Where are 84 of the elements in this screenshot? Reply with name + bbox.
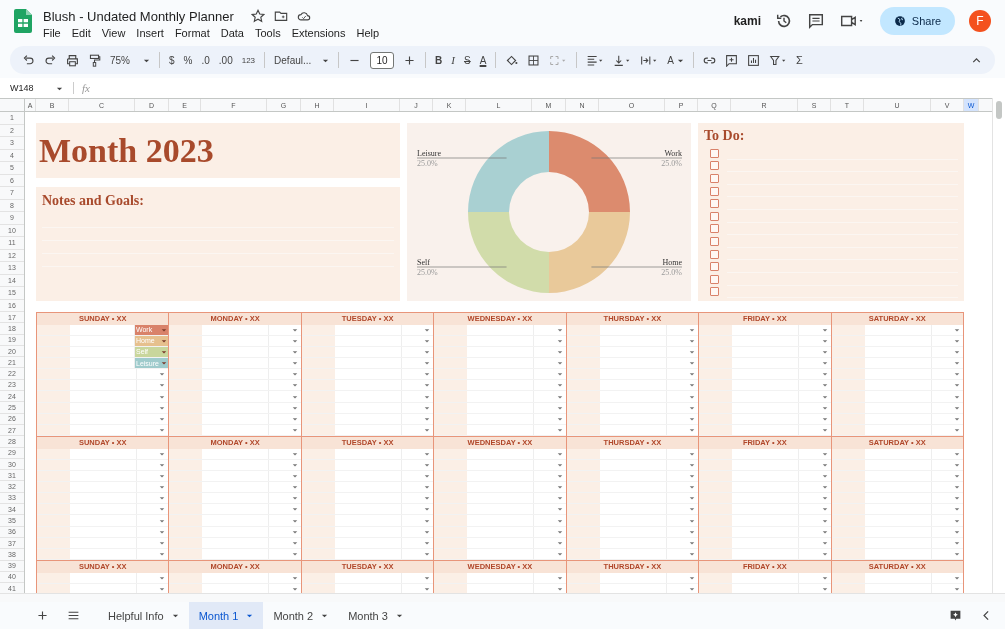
share-button[interactable]: Share (880, 7, 955, 35)
document-title[interactable]: Blush - Undated Monthly Planner (43, 8, 234, 24)
formula-label: fx (82, 82, 90, 94)
checkbox[interactable] (710, 174, 719, 183)
sheets-logo-icon[interactable] (14, 9, 32, 33)
plus-icon[interactable] (403, 53, 417, 67)
paint-format-icon[interactable] (88, 53, 101, 67)
insert-chart-icon[interactable] (747, 53, 760, 67)
sheet-tab[interactable]: Month 1 (188, 602, 264, 629)
chart-label: Self (417, 258, 430, 267)
checkbox[interactable] (710, 211, 719, 221)
increase-decimals-button[interactable]: .00 (218, 54, 233, 66)
text-wrap-icon[interactable] (640, 53, 659, 67)
checkbox[interactable] (710, 236, 719, 246)
checkbox[interactable] (710, 274, 719, 284)
cloud-icon[interactable] (296, 9, 311, 23)
bold-button[interactable]: B (435, 54, 443, 66)
borders-icon[interactable] (527, 53, 541, 67)
menu-item[interactable]: Tools (254, 27, 281, 39)
redo-icon[interactable] (44, 53, 57, 67)
filter-icon[interactable] (769, 53, 787, 67)
zoom-dropdown[interactable]: 75% (110, 54, 150, 66)
menu-item[interactable]: Data (220, 27, 244, 39)
chart-label: Leisure (417, 149, 441, 158)
chart-value: 25.0% (661, 268, 682, 277)
sheet-tab[interactable]: Month 3 (338, 602, 413, 629)
number-format-button[interactable]: 123 (241, 55, 256, 65)
caret-icon (321, 612, 329, 619)
add-sheet-icon[interactable] (36, 609, 49, 622)
currency-button[interactable]: $ (169, 54, 175, 66)
fill-color-icon[interactable] (505, 53, 519, 67)
caret-icon (171, 612, 179, 619)
menu-item[interactable]: Help (356, 27, 380, 39)
caret-icon (246, 612, 254, 619)
text-color-button[interactable]: A (479, 54, 487, 66)
chart-label: Home (662, 258, 682, 267)
chart-value: 25.0% (417, 159, 438, 168)
chart-label: Work (664, 149, 682, 158)
menu-item[interactable]: File (43, 27, 61, 39)
comment-icon[interactable] (807, 12, 825, 30)
vertical-align-icon[interactable] (613, 53, 632, 67)
merge-cells-icon[interactable] (549, 53, 568, 67)
star-icon[interactable] (250, 9, 265, 23)
italic-button[interactable]: I (451, 54, 455, 66)
undo-icon[interactable] (22, 53, 35, 67)
menu-item[interactable]: View (101, 27, 126, 39)
history-icon[interactable] (775, 12, 793, 30)
chart-value: 25.0% (661, 159, 682, 168)
decrease-decimals-button[interactable]: .0 (201, 54, 210, 66)
checkbox[interactable] (710, 287, 719, 297)
insert-comment-icon[interactable] (725, 53, 738, 67)
align-icon[interactable] (586, 53, 605, 67)
menu-item[interactable]: Format (174, 27, 210, 39)
scrollbar[interactable] (992, 98, 1005, 593)
chart-value: 25.0% (417, 268, 438, 277)
todo-heading: To Do: (704, 128, 746, 144)
notes-heading: Notes and Goals: (42, 193, 145, 209)
sheet-tab[interactable]: Month 2 (263, 602, 339, 629)
checkbox[interactable] (710, 161, 719, 171)
folder-icon[interactable] (273, 9, 288, 23)
font-dropdown[interactable]: Defaul... (274, 54, 330, 66)
font-size-field[interactable]: 10 (370, 51, 395, 69)
menu-item[interactable]: Insert (136, 27, 164, 39)
menu-icon[interactable] (67, 609, 80, 622)
functions-button[interactable]: Σ (796, 54, 803, 66)
name-box[interactable]: W148 (10, 83, 56, 93)
explore-icon[interactable] (949, 609, 962, 622)
text-rotation-button[interactable]: A (667, 54, 684, 66)
strikethrough-button[interactable]: S (464, 54, 471, 66)
sheet-tab[interactable]: Helpful Info (98, 602, 189, 629)
checkbox[interactable] (710, 186, 719, 196)
globe-icon (893, 15, 906, 27)
percent-button[interactable]: % (183, 54, 193, 66)
checkbox[interactable] (710, 199, 719, 209)
kami-link[interactable]: kami (733, 14, 761, 28)
caret-icon (395, 612, 403, 619)
month-title: Month 2023 (39, 131, 214, 170)
checkbox[interactable] (710, 224, 719, 234)
checkbox[interactable] (710, 262, 719, 272)
checkbox[interactable] (710, 148, 719, 158)
menu-item[interactable]: Extensions (291, 27, 346, 39)
menu-item[interactable]: Edit (71, 27, 91, 39)
checkbox[interactable] (710, 249, 719, 259)
print-icon[interactable] (66, 53, 79, 67)
